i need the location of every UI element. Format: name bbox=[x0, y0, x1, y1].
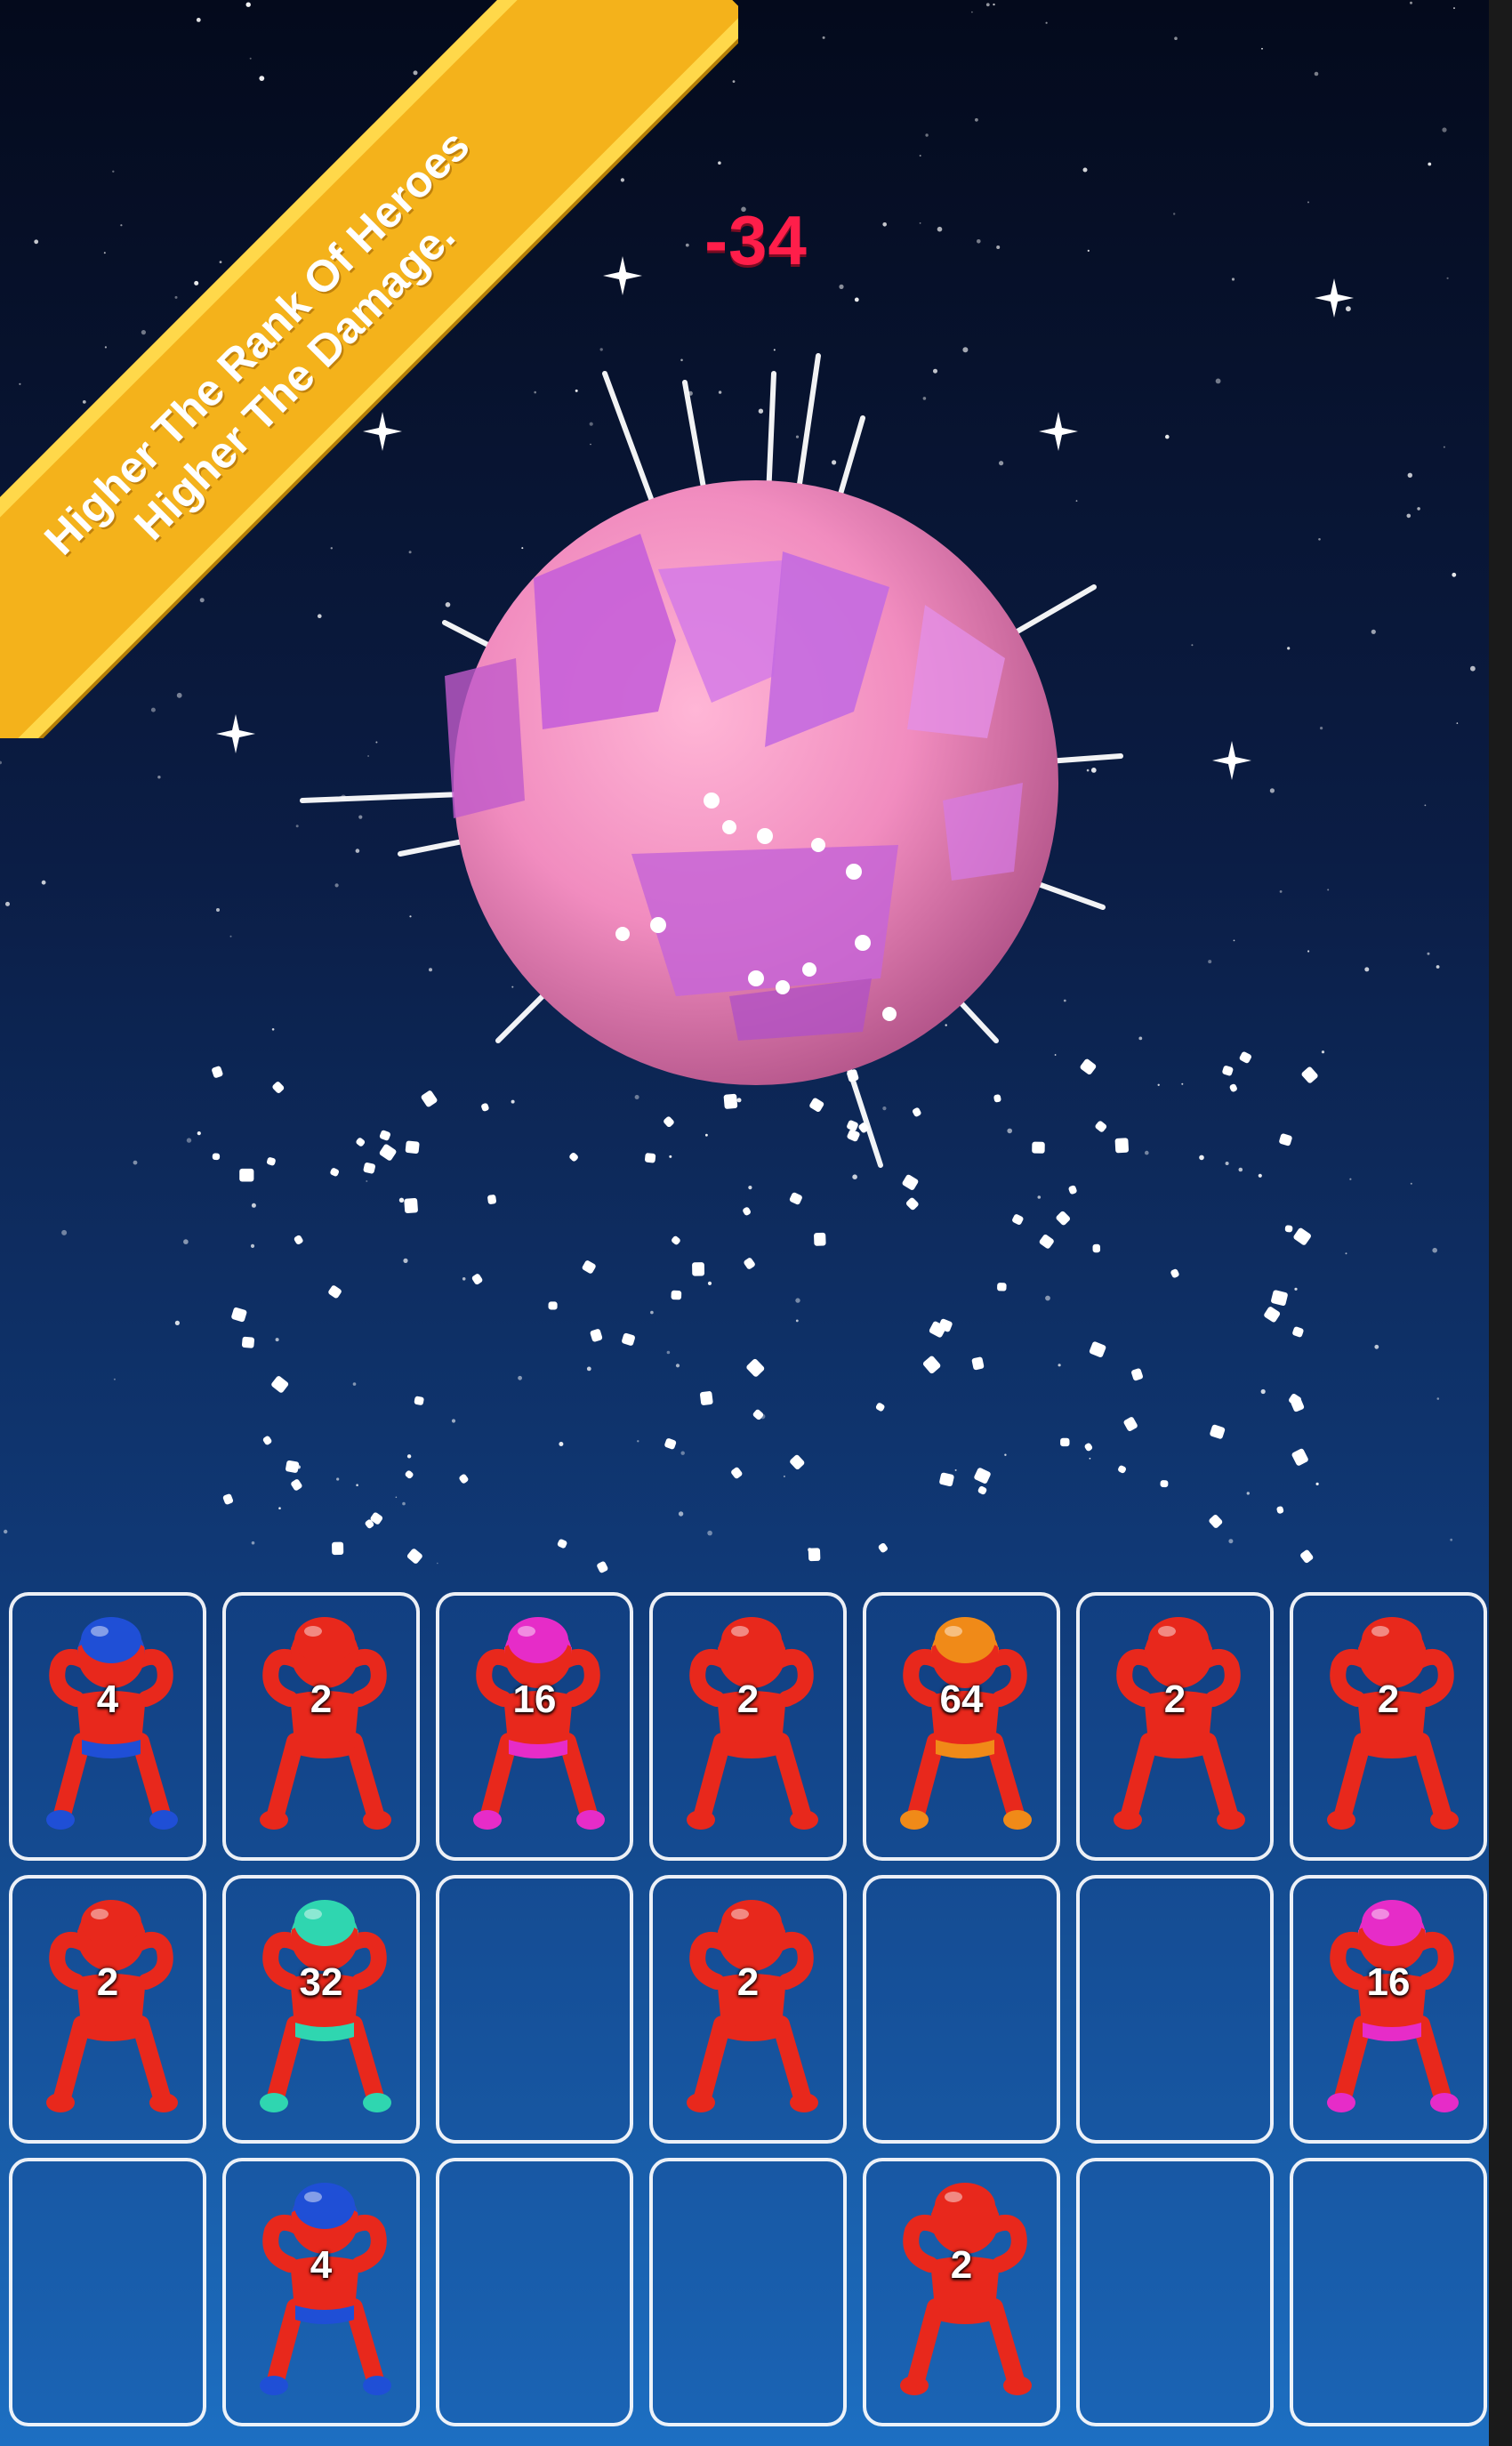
grid-cell-r2-c2[interactable]: 32 bbox=[222, 1875, 420, 2144]
hero-unit[interactable]: 2 bbox=[653, 1596, 843, 1857]
hero-figure-icon bbox=[1114, 1617, 1245, 1830]
hero-rank-label: 2 bbox=[310, 1678, 333, 1721]
hero-unit[interactable]: 2 bbox=[866, 2161, 1057, 2423]
grid-cell-r3-c4[interactable] bbox=[649, 2158, 847, 2426]
grid-cell-r1-c2[interactable]: 2 bbox=[222, 1592, 420, 1861]
grid-cell-r1-c1[interactable]: 4 bbox=[9, 1592, 206, 1861]
grid-cell-r1-c5[interactable]: 64 bbox=[863, 1592, 1060, 1861]
grid-cell-r3-c6[interactable] bbox=[1076, 2158, 1274, 2426]
hero-figure-icon bbox=[46, 1617, 178, 1830]
grid-cell-r3-c5[interactable]: 2 bbox=[863, 2158, 1060, 2426]
hero-rank-label: 2 bbox=[1377, 1678, 1400, 1721]
hero-unit[interactable]: 2 bbox=[1080, 1596, 1270, 1857]
grid-cell-r1-c6[interactable]: 2 bbox=[1076, 1592, 1274, 1861]
hero-unit[interactable]: 4 bbox=[12, 1596, 203, 1857]
hero-unit[interactable]: 2 bbox=[12, 1879, 203, 2140]
hero-figure-icon bbox=[260, 2183, 391, 2395]
grid-cell-r2-c1[interactable]: 2 bbox=[9, 1875, 206, 2144]
hero-rank-label: 4 bbox=[310, 2243, 333, 2287]
hero-rank-label: 2 bbox=[1163, 1678, 1186, 1721]
hero-figure-icon bbox=[1327, 1617, 1459, 1830]
grid-cell-r1-c3[interactable]: 16 bbox=[436, 1592, 633, 1861]
hero-figure-icon bbox=[687, 1900, 818, 2112]
hero-rank-label: 4 bbox=[96, 1678, 119, 1721]
hero-figure-icon bbox=[900, 2183, 1032, 2395]
grid-cell-r2-c5[interactable] bbox=[863, 1875, 1060, 2144]
grid-cell-r1-c7[interactable]: 2 bbox=[1290, 1592, 1487, 1861]
game-stage: Higher The Rank Of Heroes Higher The Dam… bbox=[0, 0, 1512, 2446]
hero-figure-icon bbox=[900, 1617, 1032, 1830]
grid-cell-r3-c7[interactable] bbox=[1290, 2158, 1487, 2426]
hero-rank-label: 2 bbox=[950, 2243, 973, 2287]
hero-unit[interactable]: 64 bbox=[866, 1596, 1057, 1857]
grid-cell-r2-c3[interactable] bbox=[436, 1875, 633, 2144]
hero-figure-icon bbox=[260, 1617, 391, 1830]
grid-cell-r3-c2[interactable]: 4 bbox=[222, 2158, 420, 2426]
grid-cell-r2-c6[interactable] bbox=[1076, 1875, 1274, 2144]
grid-cell-r2-c7[interactable]: 16 bbox=[1290, 1875, 1487, 2144]
grid-cell-r2-c4[interactable]: 2 bbox=[649, 1875, 847, 2144]
hero-rank-label: 2 bbox=[96, 1960, 119, 2004]
hero-figure-icon bbox=[1327, 1900, 1459, 2112]
hero-rank-label: 16 bbox=[1366, 1960, 1411, 2004]
hero-unit[interactable]: 32 bbox=[226, 1879, 416, 2140]
grid-cell-r3-c1[interactable] bbox=[9, 2158, 206, 2426]
hero-figure-icon bbox=[473, 1617, 605, 1830]
grid-cell-r3-c3[interactable] bbox=[436, 2158, 633, 2426]
hero-unit[interactable]: 4 bbox=[226, 2161, 416, 2423]
hero-figure-icon bbox=[687, 1617, 818, 1830]
hero-unit[interactable]: 2 bbox=[1293, 1596, 1484, 1857]
hero-rank-label: 2 bbox=[736, 1678, 760, 1721]
hero-rank-label: 64 bbox=[939, 1678, 984, 1721]
hero-grid: 4 2 16 2 64 2 2 2 32 2 16 4 2 bbox=[0, 0, 1512, 2446]
hero-rank-label: 32 bbox=[299, 1960, 343, 2004]
hero-unit[interactable]: 16 bbox=[1293, 1879, 1484, 2140]
hero-figure-icon bbox=[46, 1900, 178, 2112]
hero-unit[interactable]: 16 bbox=[439, 1596, 630, 1857]
hero-figure-icon bbox=[260, 1900, 391, 2112]
hero-unit[interactable]: 2 bbox=[653, 1879, 843, 2140]
hero-rank-label: 16 bbox=[512, 1678, 557, 1721]
grid-cell-r1-c4[interactable]: 2 bbox=[649, 1592, 847, 1861]
hero-unit[interactable]: 2 bbox=[226, 1596, 416, 1857]
hero-rank-label: 2 bbox=[736, 1960, 760, 2004]
